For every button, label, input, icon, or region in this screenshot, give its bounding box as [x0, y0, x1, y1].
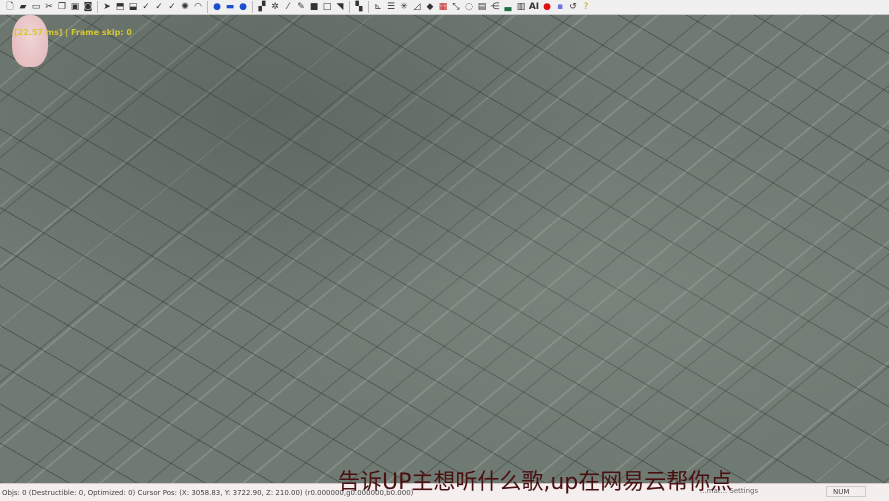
toolbar-separator: [368, 1, 369, 13]
import-icon[interactable]: ◙: [82, 1, 94, 13]
checker-icon[interactable]: ▞: [256, 1, 268, 13]
globe-blue-icon[interactable]: ●: [211, 1, 223, 13]
select-plus-icon[interactable]: ⬓: [127, 1, 139, 13]
lines-icon[interactable]: ☰: [385, 1, 397, 13]
toolbar-separator: [252, 1, 253, 13]
object-icon[interactable]: ◆: [424, 1, 436, 13]
toolbar-separator: [349, 1, 350, 13]
bsr-icon[interactable]: ▤: [476, 1, 488, 13]
open-icon[interactable]: ▰: [17, 1, 29, 13]
check-2-icon[interactable]: ✓: [153, 1, 165, 13]
light-icon[interactable]: ✺: [179, 1, 191, 13]
brush-icon[interactable]: ✎: [295, 1, 307, 13]
corner-icon[interactable]: ◥: [334, 1, 346, 13]
tile-blue-icon[interactable]: ▬: [224, 1, 236, 13]
cut-icon[interactable]: ✂: [43, 1, 55, 13]
toolbar-separator: [97, 1, 98, 13]
path-icon[interactable]: ⤡: [450, 1, 462, 13]
sphere-blue-icon[interactable]: ●: [237, 1, 249, 13]
new-file-icon[interactable]: 🗋: [4, 1, 16, 13]
square-fill-icon[interactable]: ■: [308, 1, 320, 13]
zone-icon[interactable]: ▥: [515, 1, 527, 13]
select-icon[interactable]: ➤: [101, 1, 113, 13]
square-outline-icon[interactable]: □: [321, 1, 333, 13]
branch-icon[interactable]: ⋲: [489, 1, 501, 13]
check-3-icon[interactable]: ✓: [166, 1, 178, 13]
help-icon[interactable]: ?: [580, 1, 592, 13]
camera-icon[interactable]: ◠: [192, 1, 204, 13]
terrain-icon[interactable]: ▃: [502, 1, 514, 13]
check-icon[interactable]: ✓: [140, 1, 152, 13]
ai-icon[interactable]: AI: [528, 1, 540, 13]
lasso-icon[interactable]: ◌: [463, 1, 475, 13]
eyedropper-icon[interactable]: ⁄: [282, 1, 294, 13]
select-group-icon[interactable]: ⬒: [114, 1, 126, 13]
copy-icon[interactable]: ❐: [56, 1, 68, 13]
undo-icon[interactable]: ↺: [567, 1, 579, 13]
open-recent-icon[interactable]: ▭: [30, 1, 42, 13]
layers-icon[interactable]: ▚: [353, 1, 365, 13]
pattern-icon[interactable]: ✲: [269, 1, 281, 13]
3d-viewport[interactable]: [22.57 ms] | Frame skip: 0: [0, 15, 889, 483]
mascot-overlay: [12, 15, 48, 67]
subtitle-overlay: 告诉UP主想听什么歌,up在网易云帮你点: [338, 470, 733, 495]
record-icon[interactable]: ●: [541, 1, 553, 13]
toolbar-separator: [207, 1, 208, 13]
triangle-icon[interactable]: ◿: [411, 1, 423, 13]
region-icon[interactable]: ▪: [554, 1, 566, 13]
grid-red-icon[interactable]: ▦: [437, 1, 449, 13]
paste-icon[interactable]: ▣: [69, 1, 81, 13]
axis-icon[interactable]: ⊾: [372, 1, 384, 13]
num-lock-indicator: NUM: [826, 486, 866, 497]
toolbar: 🗋 ▰ ▭ ✂ ❐ ▣ ◙ ➤ ⬒ ⬓ ✓ ✓ ✓ ✺ ◠ ● ▬ ● ▞ ✲ ⁄ ✎ ■ □ ◥ ▚ ⊾ ☰ ✳ ◿ ◆ ▦ ⤡ ◌ ▤ ⋲ ▃ ▥ AI…: [0, 0, 889, 15]
tree-icon[interactable]: ✳: [398, 1, 410, 13]
frame-stats: [22.57 ms] | Frame skip: 0: [14, 28, 132, 37]
